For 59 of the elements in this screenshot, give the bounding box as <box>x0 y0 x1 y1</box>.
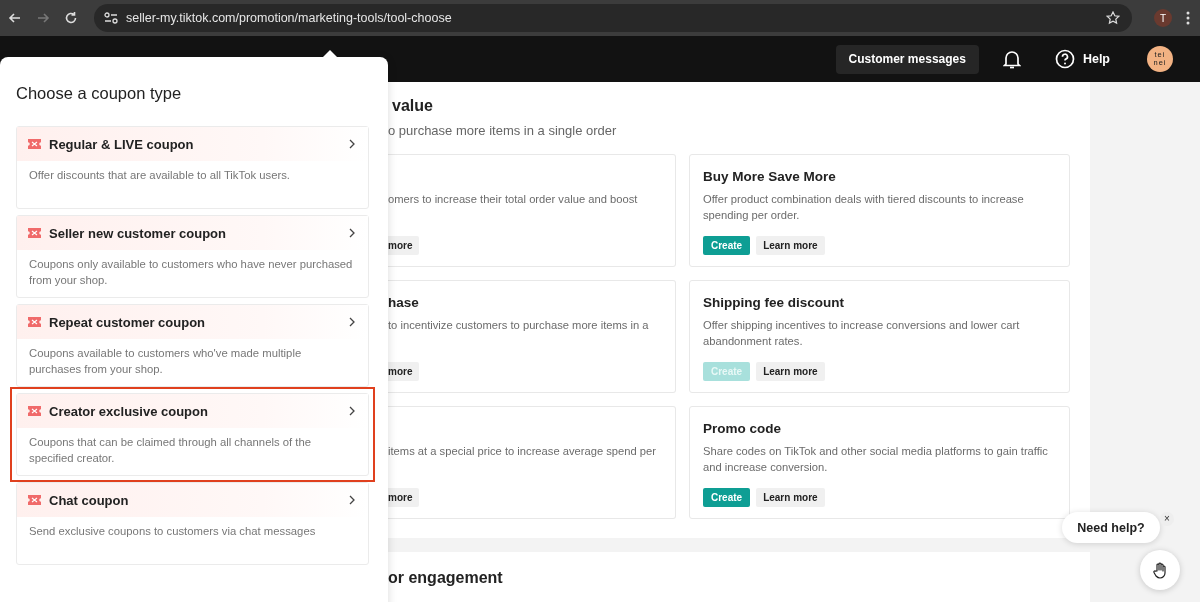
section-title: value <box>391 96 434 116</box>
chevron-right-icon <box>349 495 355 505</box>
learn-more-button[interactable]: more <box>388 236 420 255</box>
ticket-icon <box>28 317 41 327</box>
chevron-right-icon <box>349 317 355 327</box>
need-help-text: Need help? <box>1077 520 1145 535</box>
section-title: or engagement <box>388 568 504 588</box>
ticket-icon <box>28 228 41 238</box>
chevron-right-icon <box>349 139 355 149</box>
coupon-type-title: Regular & LIVE coupon <box>49 136 194 152</box>
coupon-type-title: Chat coupon <box>49 492 129 508</box>
coupon-type-description: Coupons only available to customers who have never purchased from your shop. <box>28 257 354 288</box>
learn-more-button[interactable]: Learn more <box>756 488 825 507</box>
tool-description: Offer shipping incentives to increase conversions and lower cart abandonment rates. <box>703 318 1021 349</box>
ticket-icon <box>28 495 41 505</box>
tool-description: to incentivize customers to purchase more items in a <box>388 318 650 333</box>
coupon-type-description: Coupons that can be claimed through all channels of the specified creator. <box>28 435 312 466</box>
chevron-right-icon <box>349 406 355 416</box>
chevron-right-icon <box>349 228 355 238</box>
ticket-icon <box>28 406 41 416</box>
coupon-type-title: Repeat customer coupon <box>49 314 206 330</box>
tool-description: omers to increase their total order value and boost <box>388 192 639 207</box>
learn-more-button[interactable]: more <box>388 488 420 507</box>
address-bar[interactable]: seller-my.tiktok.com/promotion/marketing-tools/tool-choose <box>94 4 1132 32</box>
profile-avatar[interactable]: T <box>1154 9 1172 27</box>
tool-title: Promo code <box>703 420 782 438</box>
ticket-icon <box>28 139 41 149</box>
coupon-type-option[interactable]: Creator exclusive coupon Coupons that can be claimed through all channels of the specified creator. <box>10 387 375 482</box>
hand-icon <box>1152 561 1168 579</box>
help-link[interactable]: Help <box>1082 52 1110 66</box>
coupon-type-description: Coupons available to customers who've made multiple purchases from your shop. <box>28 346 303 377</box>
star-icon[interactable] <box>1106 11 1120 25</box>
customer-messages-button[interactable]: Customer messages <box>835 44 979 74</box>
close-button[interactable]: × <box>1160 512 1174 526</box>
site-info-icon[interactable] <box>104 12 118 24</box>
learn-more-button[interactable]: Learn more <box>756 236 825 255</box>
url-text: seller-my.tiktok.com/promotion/marketing-tools/tool-choose <box>126 11 452 25</box>
tool-description: Offer product combination deals with tiered discounts to increase spending per order. <box>703 192 1025 223</box>
learn-more-button[interactable]: more <box>388 362 420 381</box>
more-options-icon[interactable] <box>1186 11 1190 25</box>
learn-more-button[interactable]: Learn more <box>756 362 825 381</box>
tool-title: hase <box>388 294 420 312</box>
tool-description: items at a special price to increase average spend per <box>388 444 658 459</box>
forward-icon[interactable] <box>36 11 50 25</box>
popover-title: Choose a coupon type <box>15 83 183 103</box>
section-subtitle: o purchase more items in a single order <box>388 123 618 139</box>
coupon-type-title: Creator exclusive coupon <box>49 403 208 419</box>
coupon-type-description: Offer discounts that are available to all TikTok users. <box>28 168 291 183</box>
reload-icon[interactable] <box>64 11 78 25</box>
notification-bell-icon[interactable] <box>1002 49 1021 69</box>
coupon-type-description: Send exclusive coupons to customers via chat messages <box>28 524 317 539</box>
tool-title: Buy More Save More <box>703 168 837 186</box>
back-icon[interactable] <box>8 11 22 25</box>
tool-title: Shipping fee discount <box>703 294 845 312</box>
need-help-bubble[interactable]: Need help? <box>1062 512 1160 543</box>
coupon-type-title: Seller new customer coupon <box>49 225 226 241</box>
assistant-button[interactable] <box>1140 550 1180 590</box>
help-icon[interactable] <box>1054 49 1075 69</box>
tool-description: Share codes on TikTok and other social media platforms to gain traffic and increase conversion. <box>703 444 1049 475</box>
